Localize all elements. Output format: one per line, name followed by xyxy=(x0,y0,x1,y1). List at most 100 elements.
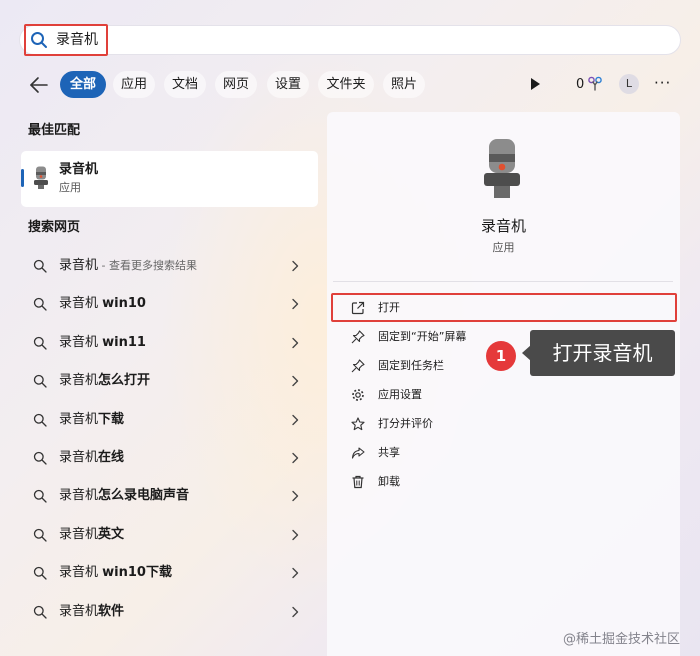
web-search-item[interactable]: 录音机怎么打开 xyxy=(28,366,308,396)
best-match-name: 录音机 xyxy=(59,162,99,177)
search-input[interactable] xyxy=(19,25,681,55)
chevron-right-icon[interactable] xyxy=(291,452,299,464)
action-uninstall[interactable]: 卸载 xyxy=(340,469,660,495)
web-search-item[interactable]: 录音机 win10下载 xyxy=(28,558,308,588)
web-search-item[interactable]: 录音机在线 xyxy=(28,443,308,473)
chevron-right-icon[interactable] xyxy=(291,260,299,272)
query-prefix: 录音机 xyxy=(59,527,99,542)
rewards-icon[interactable] xyxy=(587,76,603,92)
web-search-item[interactable]: 录音机软件 xyxy=(28,597,308,627)
web-search-text: 录音机 win10下载 xyxy=(59,565,172,581)
rewards-count: 0 xyxy=(576,77,585,92)
best-match-title: 最佳匹配 xyxy=(28,123,81,138)
callout-label: 打开录音机 xyxy=(530,330,675,376)
query-suggestion: 怎么录电脑声音 xyxy=(98,488,190,503)
web-search-text: 录音机 - 查看更多搜索结果 xyxy=(59,258,197,274)
web-search-text: 录音机在线 xyxy=(59,450,124,466)
watermark: @稀土掘金技术社区 xyxy=(563,632,681,647)
best-match-card[interactable] xyxy=(21,151,318,207)
chevron-right-icon[interactable] xyxy=(291,375,299,387)
filter-settings[interactable]: 设置 xyxy=(267,71,309,98)
web-search-item[interactable]: 录音机英文 xyxy=(28,520,308,550)
query-prefix: 录音机 xyxy=(59,450,99,465)
chevron-right-icon[interactable] xyxy=(291,606,299,618)
query-suggestion: win10下载 xyxy=(102,565,172,580)
action-rate-review[interactable]: 打分并评价 xyxy=(340,411,660,437)
selection-accent xyxy=(21,169,24,187)
trash-icon xyxy=(352,475,364,489)
web-search-item[interactable]: 录音机 - 查看更多搜索结果 xyxy=(28,251,308,281)
play-icon[interactable] xyxy=(528,77,542,91)
action-label: 固定到任务栏 xyxy=(378,359,444,372)
chevron-right-icon[interactable] xyxy=(291,529,299,541)
filter-documents[interactable]: 文档 xyxy=(164,71,206,98)
best-match-type: 应用 xyxy=(59,181,81,194)
more-options-icon[interactable]: ··· xyxy=(654,76,671,91)
query-suggestion: 在线 xyxy=(98,450,125,465)
query-prefix: 录音机 xyxy=(59,373,99,388)
search-icon xyxy=(33,605,47,619)
search-icon xyxy=(33,413,47,427)
pin-icon xyxy=(351,359,365,373)
web-search-text: 录音机软件 xyxy=(59,604,124,620)
divider xyxy=(333,281,673,282)
chevron-right-icon[interactable] xyxy=(291,414,299,426)
chevron-right-icon[interactable] xyxy=(291,490,299,502)
search-icon xyxy=(31,32,47,48)
web-search-text: 录音机 win11 xyxy=(59,335,146,351)
query-prefix: 录音机 xyxy=(59,258,99,273)
query-hint: - 查看更多搜索结果 xyxy=(98,259,197,272)
query-suggestion: 怎么打开 xyxy=(98,373,151,388)
web-search-text: 录音机下载 xyxy=(59,412,124,428)
filter-photos[interactable]: 照片 xyxy=(383,71,425,98)
search-icon xyxy=(33,297,47,311)
filter-apps[interactable]: 应用 xyxy=(113,71,155,98)
query-suggestion: 英文 xyxy=(98,527,125,542)
web-search-text: 录音机英文 xyxy=(59,527,124,543)
action-share[interactable]: 共享 xyxy=(340,440,660,466)
chevron-right-icon[interactable] xyxy=(291,337,299,349)
action-app-settings[interactable]: 应用设置 xyxy=(340,382,660,408)
query-prefix: 录音机 xyxy=(59,565,103,580)
action-label: 固定到“开始”屏幕 xyxy=(378,330,467,343)
web-search-title: 搜索网页 xyxy=(28,220,81,235)
action-label: 应用设置 xyxy=(378,388,422,401)
query-prefix: 录音机 xyxy=(59,296,103,311)
search-icon xyxy=(33,259,47,273)
star-icon xyxy=(351,417,365,431)
web-search-item[interactable]: 录音机 win10 xyxy=(28,289,308,319)
chevron-right-icon[interactable] xyxy=(291,567,299,579)
action-label: 共享 xyxy=(378,446,400,459)
web-search-text: 录音机怎么录电脑声音 xyxy=(59,488,189,504)
query-suggestion: win10 xyxy=(102,296,146,311)
web-search-text: 录音机怎么打开 xyxy=(59,373,150,389)
back-arrow-icon[interactable] xyxy=(28,75,50,95)
filter-all[interactable]: 全部 xyxy=(60,71,106,98)
action-label: 卸载 xyxy=(378,475,400,488)
chevron-right-icon[interactable] xyxy=(291,298,299,310)
step-badge: 1 xyxy=(486,341,516,371)
open-highlight-box xyxy=(331,293,677,322)
query-prefix: 录音机 xyxy=(59,335,103,350)
search-icon xyxy=(33,374,47,388)
query-prefix: 录音机 xyxy=(59,488,99,503)
query-prefix: 录音机 xyxy=(59,412,99,427)
action-label: 打分并评价 xyxy=(378,417,433,430)
search-query[interactable]: 录音机 xyxy=(56,32,98,48)
query-prefix: 录音机 xyxy=(59,604,99,619)
web-search-text: 录音机 win10 xyxy=(59,296,146,312)
detail-app-type: 应用 xyxy=(492,241,515,254)
gear-icon xyxy=(352,389,364,401)
filter-folders[interactable]: 文件夹 xyxy=(318,71,374,98)
microphone-icon xyxy=(34,166,48,189)
search-icon xyxy=(33,528,47,542)
query-suggestion: win11 xyxy=(102,335,146,350)
microphone-icon xyxy=(484,139,520,198)
web-search-item[interactable]: 录音机下载 xyxy=(28,405,308,435)
search-icon xyxy=(33,451,47,465)
web-search-item[interactable]: 录音机 win11 xyxy=(28,328,308,358)
search-icon xyxy=(33,336,47,350)
filter-web[interactable]: 网页 xyxy=(215,71,257,98)
web-search-item[interactable]: 录音机怎么录电脑声音 xyxy=(28,481,308,511)
avatar[interactable]: L xyxy=(619,74,639,94)
